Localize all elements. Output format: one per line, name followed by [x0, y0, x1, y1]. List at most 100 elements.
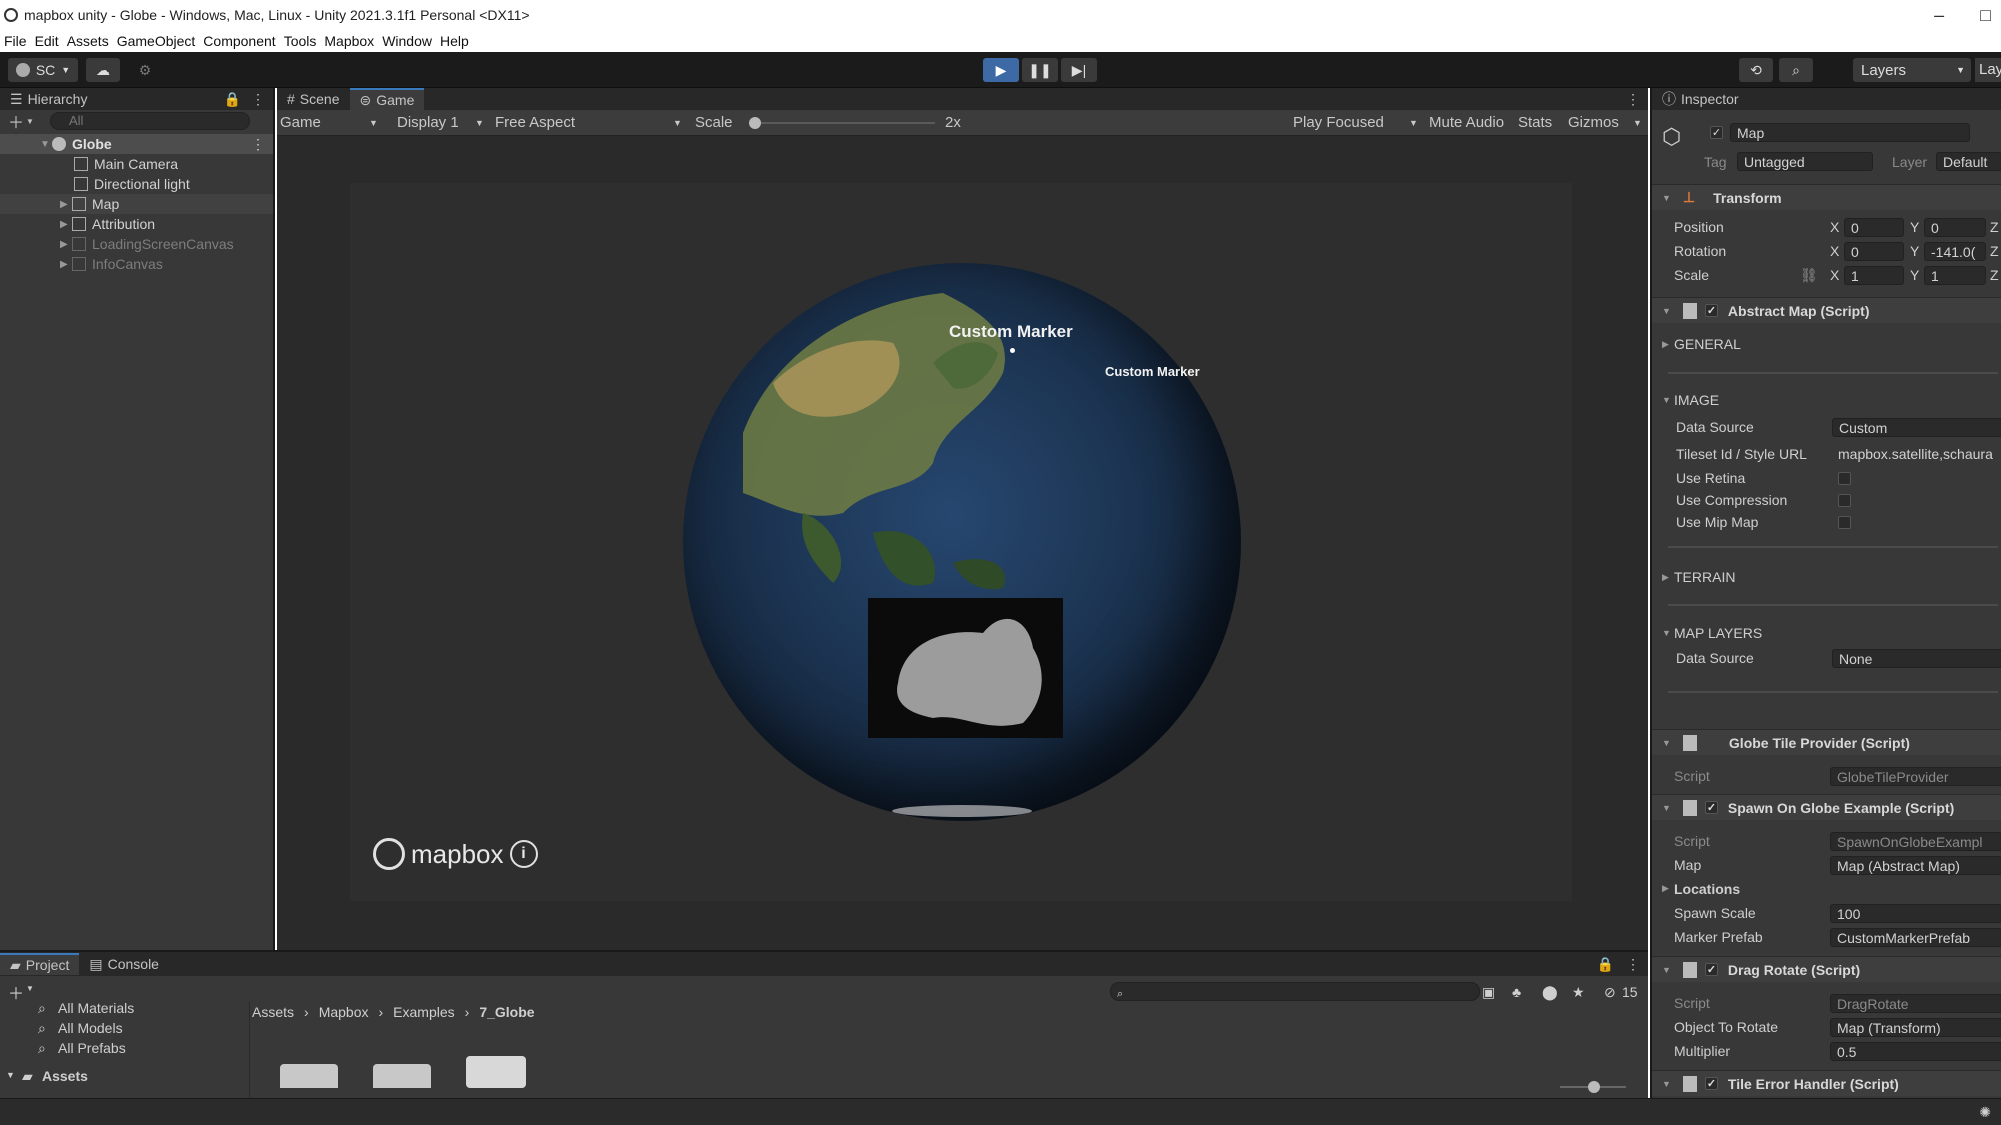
link-icon[interactable]: ⛓: [1800, 267, 1818, 284]
tab-project[interactable]: ▰ Project: [0, 953, 80, 975]
transform-header[interactable]: ▼ ⊥ Transform: [1652, 184, 2001, 210]
menu-window[interactable]: Window: [382, 33, 432, 49]
favorite-icon[interactable]: ★: [1572, 984, 1585, 1001]
tab-game[interactable]: ⊜ Game: [349, 88, 425, 110]
layout-dropdown[interactable]: Lay: [1975, 58, 2001, 82]
scale-slider[interactable]: [749, 117, 935, 129]
menu-gameobject[interactable]: GameObject: [117, 33, 196, 49]
expand-arrow-icon[interactable]: ▶: [60, 219, 72, 230]
favorite-item[interactable]: All Models: [58, 1020, 123, 1036]
filter-type-icon[interactable]: ▣: [1482, 984, 1495, 1001]
stats-toggle[interactable]: Stats: [1518, 114, 1552, 131]
object-name-field[interactable]: Map: [1730, 123, 1970, 142]
position-y-field[interactable]: 0: [1924, 218, 1986, 237]
lock-icon[interactable]: 🔒: [1597, 956, 1614, 973]
expand-arrow-icon[interactable]: ▶: [1662, 883, 1669, 894]
search-button[interactable]: ⌕: [1779, 58, 1813, 82]
bug-icon[interactable]: ✺: [1979, 1104, 1991, 1121]
menu-component[interactable]: Component: [203, 33, 275, 49]
kebab-menu-icon[interactable]: ⋮: [251, 91, 265, 108]
layers-dropdown[interactable]: Layers ▼: [1853, 58, 1971, 82]
section-general[interactable]: GENERAL: [1674, 336, 1741, 352]
custom-marker-label[interactable]: Custom Marker: [949, 322, 1073, 342]
add-icon[interactable]: ＋: [8, 980, 24, 1004]
rotation-y-field[interactable]: -141.0(: [1924, 242, 1986, 261]
maximize-button[interactable]: □: [1980, 5, 1991, 26]
breadcrumb-item[interactable]: Examples: [393, 1004, 454, 1024]
breadcrumb-item[interactable]: 7_Globe: [479, 1004, 534, 1024]
scale-slider-thumb[interactable]: [749, 117, 761, 129]
spawn-scale-field[interactable]: 100: [1830, 904, 2001, 923]
favorite-item[interactable]: All Materials: [58, 1000, 134, 1016]
locations-foldout[interactable]: Locations: [1674, 881, 1740, 897]
data-source-dropdown[interactable]: Custom: [1832, 418, 2001, 437]
tile-error-handler-header[interactable]: ▼ ✓ Tile Error Handler (Script): [1652, 1070, 2001, 1096]
expand-arrow-icon[interactable]: ▶: [60, 199, 72, 210]
section-image[interactable]: IMAGE: [1674, 392, 1719, 408]
custom-marker-label[interactable]: Custom Marker: [1105, 364, 1200, 379]
expand-arrow-icon[interactable]: ▶: [60, 239, 72, 250]
tab-scene[interactable]: # Scene: [277, 88, 350, 110]
scale-y-field[interactable]: 1: [1924, 266, 1986, 285]
spawn-on-globe-header[interactable]: ▼ ✓ Spawn On Globe Example (Script): [1652, 794, 2001, 820]
play-button[interactable]: ▶: [983, 58, 1019, 82]
component-enabled-checkbox[interactable]: ✓: [1704, 1077, 1718, 1090]
use-mip-map-checkbox[interactable]: [1838, 516, 1851, 529]
tag-dropdown[interactable]: Untagged: [1737, 152, 1873, 171]
hierarchy-item-map[interactable]: ▶ Map: [0, 194, 273, 214]
aspect-dropdown[interactable]: Free Aspect: [495, 114, 575, 131]
component-enabled-checkbox[interactable]: ✓: [1704, 963, 1718, 976]
filter-label-icon[interactable]: ♣: [1512, 984, 1521, 1000]
scale-x-field[interactable]: 1: [1844, 266, 1904, 285]
menu-tools[interactable]: Tools: [284, 33, 317, 49]
expand-arrow-icon[interactable]: ▶: [1662, 339, 1669, 350]
breadcrumb-item[interactable]: Assets: [252, 1004, 294, 1024]
expand-arrow-icon[interactable]: ▼: [1662, 395, 1671, 405]
expand-arrow-icon[interactable]: ▶: [1662, 572, 1669, 583]
folder-icon[interactable]: [373, 1064, 431, 1088]
globe-render[interactable]: [683, 263, 1241, 821]
step-button[interactable]: ▶|: [1061, 58, 1097, 82]
hierarchy-item-loading-screen-canvas[interactable]: ▶ LoadingScreenCanvas: [0, 234, 273, 254]
active-checkbox[interactable]: ✓: [1710, 126, 1723, 139]
info-icon[interactable]: i: [509, 840, 538, 868]
component-enabled-checkbox[interactable]: ✓: [1704, 304, 1718, 317]
component-enabled-checkbox[interactable]: ✓: [1704, 801, 1718, 814]
tileset-field[interactable]: mapbox.satellite,schaura: [1832, 445, 2001, 464]
layers-data-source-dropdown[interactable]: None: [1832, 649, 2001, 668]
expand-arrow-icon[interactable]: ▼: [40, 139, 52, 150]
chevron-down-icon[interactable]: ▼: [26, 984, 34, 993]
play-focused-dropdown[interactable]: Play Focused: [1293, 114, 1384, 131]
hidden-packages-icon[interactable]: ⊘: [1604, 984, 1616, 1001]
hierarchy-item-attribution[interactable]: ▶ Attribution: [0, 214, 273, 234]
favorite-item[interactable]: All Prefabs: [58, 1040, 126, 1056]
tab-inspector[interactable]: ⓘ Inspector: [1652, 88, 1749, 110]
tab-console[interactable]: ▤ Console: [79, 953, 169, 975]
abstract-map-header[interactable]: ▼ ✓ Abstract Map (Script): [1652, 297, 2001, 323]
drag-rotate-header[interactable]: ▼ ✓ Drag Rotate (Script): [1652, 956, 2001, 982]
icon-size-slider[interactable]: [1560, 1081, 1626, 1093]
tab-hierarchy[interactable]: ☰ Hierarchy: [0, 88, 97, 110]
position-x-field[interactable]: 0: [1844, 218, 1904, 237]
kebab-menu-icon[interactable]: ⋮: [1626, 91, 1640, 108]
menu-help[interactable]: Help: [440, 33, 469, 49]
globe-tile-provider-header[interactable]: ▼ Globe Tile Provider (Script): [1652, 729, 2001, 755]
breadcrumb-item[interactable]: Mapbox: [319, 1004, 369, 1024]
history-button[interactable]: ⟲: [1739, 58, 1773, 82]
expand-arrow-icon[interactable]: ▼: [1662, 628, 1671, 638]
assets-root[interactable]: Assets: [42, 1068, 88, 1084]
hierarchy-item-info-canvas[interactable]: ▶ InfoCanvas: [0, 254, 273, 274]
minimize-button[interactable]: –: [1934, 5, 1944, 26]
layer-dropdown[interactable]: Default: [1936, 152, 2001, 171]
prefab-icon[interactable]: [466, 1056, 526, 1088]
menu-edit[interactable]: Edit: [35, 33, 59, 49]
hierarchy-item-globe[interactable]: ▼ Globe ⋮: [0, 134, 273, 154]
use-compression-checkbox[interactable]: [1838, 494, 1851, 507]
object-to-rotate-field[interactable]: Map (Transform): [1830, 1018, 2001, 1037]
kebab-menu-icon[interactable]: ⋮: [1626, 956, 1640, 973]
gizmos-dropdown[interactable]: Gizmos: [1568, 114, 1619, 131]
multiplier-field[interactable]: 0.5: [1830, 1042, 2001, 1061]
account-dropdown[interactable]: SC ▼: [8, 58, 78, 82]
kebab-menu-icon[interactable]: ⋮: [251, 136, 265, 153]
mute-audio-toggle[interactable]: Mute Audio: [1429, 114, 1504, 131]
